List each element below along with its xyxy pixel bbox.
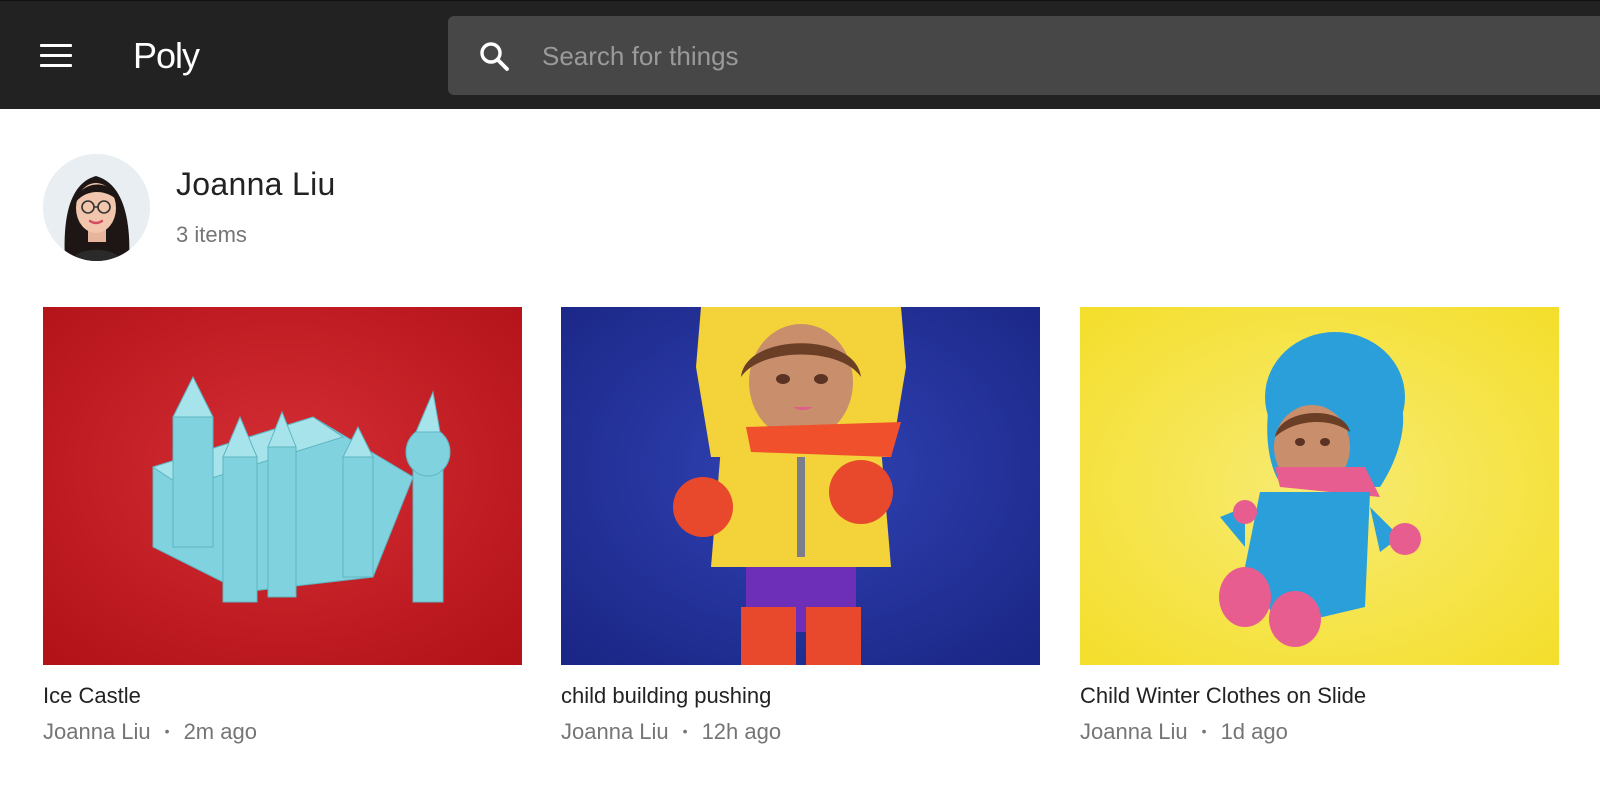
asset-card[interactable]: Ice Castle Joanna Liu • 2m ago: [43, 307, 522, 745]
asset-author[interactable]: Joanna Liu: [561, 719, 669, 744]
asset-title[interactable]: child building pushing: [561, 683, 1040, 709]
hamburger-menu-icon[interactable]: [36, 38, 76, 74]
avatar[interactable]: [43, 154, 150, 261]
item-count: 3 items: [176, 222, 247, 247]
asset-card[interactable]: child building pushing Joanna Liu • 12h ag…: [561, 307, 1040, 745]
search-input[interactable]: [540, 34, 1444, 78]
asset-meta: Joanna Liu • 1d ago: [1080, 719, 1559, 745]
asset-thumbnail[interactable]: [561, 307, 1040, 665]
separator-dot: •: [1201, 723, 1207, 739]
profile-name: Joanna Liu: [176, 166, 336, 202]
app-logo[interactable]: Poly: [133, 35, 200, 77]
asset-age: 2m ago: [183, 719, 257, 744]
asset-title[interactable]: Ice Castle: [43, 683, 522, 709]
asset-thumbnail[interactable]: [1080, 307, 1559, 665]
separator-dot: •: [682, 723, 688, 739]
asset-thumbnail[interactable]: [43, 307, 522, 665]
search-icon[interactable]: [478, 40, 510, 72]
search-bar[interactable]: [448, 16, 1600, 95]
asset-title[interactable]: Child Winter Clothes on Slide: [1080, 683, 1559, 709]
asset-card[interactable]: Child Winter Clothes on Slide Joanna Liu…: [1080, 307, 1559, 745]
asset-meta: Joanna Liu • 12h ago: [561, 719, 1040, 745]
asset-author[interactable]: Joanna Liu: [1080, 719, 1188, 744]
asset-age: 12h ago: [701, 719, 782, 744]
asset-author[interactable]: Joanna Liu: [43, 719, 151, 744]
asset-age: 1d ago: [1220, 719, 1288, 744]
asset-meta: Joanna Liu • 2m ago: [43, 719, 522, 745]
separator-dot: •: [164, 723, 170, 739]
top-bar: Poly: [0, 0, 1600, 109]
